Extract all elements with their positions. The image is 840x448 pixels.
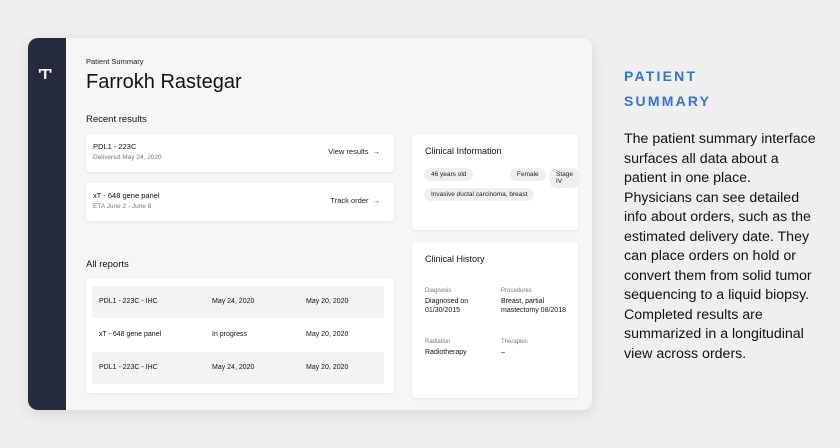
report-status: In progress [212,331,248,338]
side-heading-line: SUMMARY [624,93,712,109]
app-window: 'T' Patient Summary Farrokh Rastegar Rec… [28,38,592,410]
table-row[interactable]: PDL1 - 223C - IHC May 24, 2020 May 20, 2… [92,352,384,384]
clinical-information-title: Clinical Information [425,146,502,156]
result-card[interactable]: PDL1 - 223C Delivered May 24, 2020 View … [86,134,394,172]
tag-diagnosis: Invasive ductal carcinoma, breast [424,188,535,201]
therapies-label: Therapies [501,339,528,345]
result-title: xT - 648 gene panel [93,191,160,200]
result-subtitle: ETA June 2 - June 8 [93,203,152,210]
procedures-label: Procedures [501,288,532,294]
action-label: View results [328,147,369,156]
radiation-label: Radiation [425,339,451,345]
report-status: May 24, 2020 [212,364,255,371]
report-name: PDL1 - 223C - IHC [99,298,158,305]
side-heading: PATIENT SUMMARY [624,64,774,114]
diagnosis-value: Diagnosed on 01/30/2015 [425,298,469,315]
report-date: May 20, 2020 [306,298,349,305]
therapies-value: – [501,349,505,356]
clinical-information-card: Clinical Information 46 years old Female… [412,134,580,230]
recent-results-heading: Recent results [86,114,147,125]
clinical-history-title: Clinical History [425,254,485,264]
report-name: PDL1 - 223C - IHC [99,364,158,371]
arrow-right-icon: → [372,147,381,156]
tag-stage: Stage IV [549,168,580,188]
tag-sex: Female [510,168,546,181]
table-row[interactable]: PDL1 - 223C - IHC May 24, 2020 May 20, 2… [92,286,384,318]
clinical-history-card: Clinical History Diagnosis Diagnosed on … [412,242,578,398]
view-results-link[interactable]: View results → [328,147,380,156]
side-description: The patient summary interface surfaces a… [624,131,816,362]
report-status: May 24, 2020 [212,298,255,305]
arrow-right-icon: → [372,196,381,205]
page-eyebrow: Patient Summary [86,57,144,66]
track-order-link[interactable]: Track order → [330,196,380,205]
result-subtitle: Delivered May 24, 2020 [93,154,162,161]
patient-name: Farrokh Rastegar [86,71,242,93]
result-card[interactable]: xT - 648 gene panel ETA June 2 - June 8 … [86,183,394,221]
report-date: May 20, 2020 [306,331,349,338]
report-date: May 20, 2020 [306,364,349,371]
action-label: Track order [330,196,369,205]
result-title: PDL1 - 223C [93,142,137,151]
diagnosis-label: Diagnosis [425,288,452,294]
procedures-value: Breast, partial mastectomy 08/2018 [501,298,566,315]
radiation-value: Radiotherapy [425,349,467,356]
brand-logo[interactable]: 'T' [38,66,52,83]
report-name: xT - 648 gene panel [99,331,162,338]
tag-age: 46 years old [424,168,474,181]
side-rail: 'T' [28,38,66,410]
all-reports-heading: All reports [86,259,129,270]
reports-table: PDL1 - 223C - IHC May 24, 2020 May 20, 2… [86,278,394,393]
side-heading-line: PATIENT [624,68,698,84]
table-row[interactable]: xT - 648 gene panel In progress May 20, … [92,319,384,351]
